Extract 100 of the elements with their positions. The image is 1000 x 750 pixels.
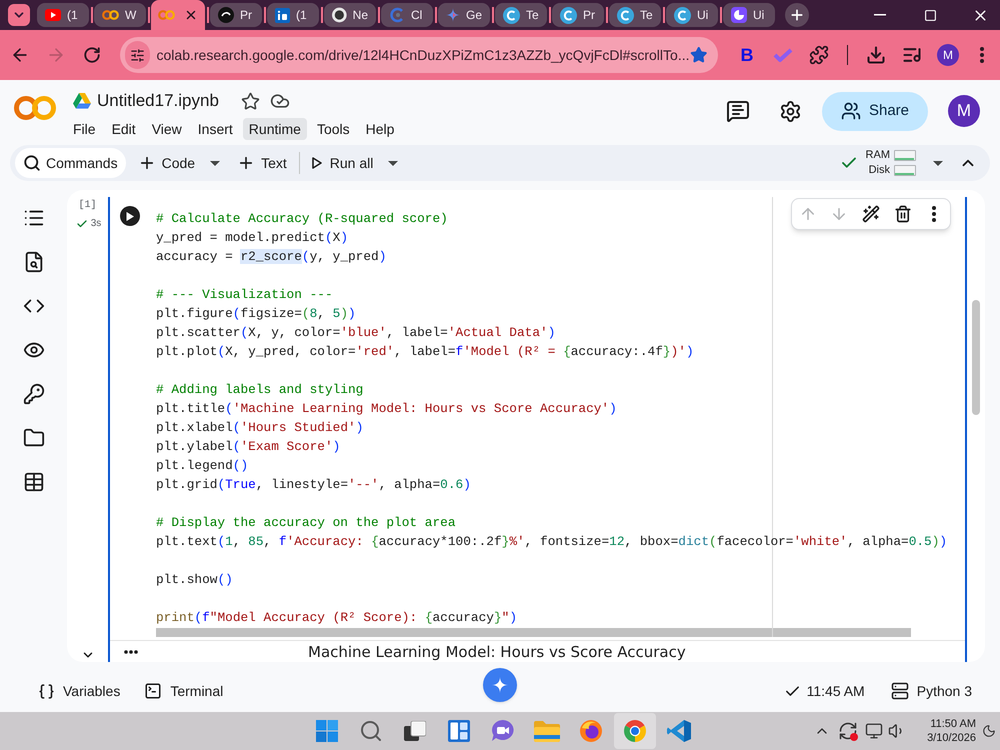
browser-tab[interactable]: Ui xyxy=(666,3,718,27)
play-icon xyxy=(45,9,61,21)
code-line: # Display the accuracy on the plot area xyxy=(156,515,456,530)
search-icon xyxy=(23,154,41,172)
server-icon xyxy=(890,682,909,700)
code-line: y_pred = model.predict(X) xyxy=(156,230,348,245)
puzzle-icon xyxy=(809,45,829,65)
profile-avatar[interactable]: M xyxy=(937,44,959,66)
site-info-button[interactable] xyxy=(125,41,150,69)
flame-globe-icon xyxy=(579,719,603,743)
tab-search-button[interactable] xyxy=(8,4,30,26)
new-tab-button[interactable] xyxy=(785,3,809,27)
braces-icon xyxy=(38,682,55,700)
runtime-button[interactable]: Python 3 xyxy=(890,680,972,702)
code-line: print(f"Model Accuracy (R² Score): {accuracy}") xyxy=(156,610,517,625)
resources-button[interactable]: RAM Disk xyxy=(866,149,916,177)
output-menu-icon[interactable] xyxy=(124,650,138,654)
network-icon[interactable] xyxy=(865,722,883,740)
code-line: plt.grid(True, linestyle='--', alpha=0.6) xyxy=(156,477,471,492)
code-line: plt.text(1, 85, f'Accuracy: {accuracy*100:.2f}%', fontsize=12, bbox=dict(facecolor='white', alpha=0.5)) xyxy=(156,534,948,549)
menu-item[interactable]: View xyxy=(146,118,188,140)
execution-status-button[interactable]: 11:45 AM xyxy=(784,680,865,702)
magic-wand-icon xyxy=(862,205,880,223)
play-icon xyxy=(126,212,134,220)
add-code-button[interactable]: Code xyxy=(138,148,196,178)
browser-tab[interactable]: W xyxy=(94,3,146,27)
horizontal-scrollbar[interactable] xyxy=(156,628,911,637)
browser-tab[interactable] xyxy=(151,0,205,30)
site-info-icon xyxy=(130,48,145,62)
rings-icon xyxy=(102,10,119,20)
widgets-icon xyxy=(448,720,470,742)
menu-item[interactable]: Runtime xyxy=(242,118,307,140)
address-bar[interactable]: colab.research.google.com/drive/12l4HCnDuzXPiZmC1z3AZZb_ycQvjFcDl#scrollTo... xyxy=(120,37,718,73)
add-text-button[interactable]: Text xyxy=(237,148,287,178)
arc-circle-icon xyxy=(503,6,520,24)
menu-item[interactable]: Help xyxy=(360,118,400,140)
start-icon xyxy=(316,720,338,742)
execution-count: [1] xyxy=(78,200,96,212)
folder-icon xyxy=(534,720,560,742)
sparkle-icon xyxy=(492,677,508,693)
chart-title: Machine Learning Model: Hours vs Score Accuracy xyxy=(308,642,686,660)
run-duration: 3s xyxy=(90,218,102,230)
menu-item[interactable]: Edit xyxy=(106,118,142,140)
run-all-button[interactable]: Run all xyxy=(312,148,374,178)
drive-icon xyxy=(73,93,91,109)
playlist-icon xyxy=(902,45,922,65)
comment-icon xyxy=(726,99,750,123)
caret-icon xyxy=(388,160,398,166)
sparkle-icon xyxy=(446,7,460,23)
sync-icon[interactable] xyxy=(838,721,858,741)
close-icon[interactable] xyxy=(184,8,198,22)
variables-button[interactable]: Variables xyxy=(38,680,120,702)
plus-icon xyxy=(789,7,805,23)
browser-tab[interactable]: (1 xyxy=(37,3,89,27)
browser-tab[interactable]: Ne xyxy=(324,3,376,27)
commands-button[interactable]: Commands xyxy=(15,148,126,178)
clock[interactable]: 11:50 AM 3/10/2026 xyxy=(916,717,976,745)
code-line: plt.title('Machine Learning Model: Hours vs Score Accuracy') xyxy=(156,401,617,416)
menu-item[interactable]: Insert xyxy=(192,118,239,140)
minimize-icon xyxy=(874,14,886,16)
notebook-title[interactable]: Untitled17.ipynb xyxy=(97,90,219,112)
browser-tab[interactable]: Cl xyxy=(381,3,433,27)
code-line: # --- Visualization --- xyxy=(156,287,333,302)
circle-icon xyxy=(218,7,234,23)
circle-icon xyxy=(332,7,347,23)
rings-icon xyxy=(158,10,175,20)
menu-item[interactable]: File xyxy=(67,118,102,140)
user-avatar[interactable]: M xyxy=(948,95,980,127)
browser-tab[interactable]: Te xyxy=(609,3,661,27)
vertical-scrollbar[interactable] xyxy=(972,300,980,415)
terminal-icon xyxy=(144,682,162,700)
task-view-icon xyxy=(404,721,426,741)
menu-item[interactable]: Tools xyxy=(310,118,356,140)
code-line: # Calculate Accuracy (R-squared score) xyxy=(156,211,448,226)
code-line: # Adding labels and styling xyxy=(156,382,364,397)
reload-icon xyxy=(83,46,101,64)
key-icon xyxy=(22,383,44,405)
chart-tile-icon xyxy=(731,7,747,23)
moon-icon[interactable] xyxy=(982,724,996,738)
browser-tab[interactable]: Ui xyxy=(723,3,775,27)
maximize-icon xyxy=(924,8,936,22)
logo-icon[interactable] xyxy=(14,95,56,121)
browser-tab[interactable]: Pr xyxy=(210,3,262,27)
browser-tab[interactable]: Ge xyxy=(438,3,490,27)
star-icon[interactable] xyxy=(240,92,260,110)
disk-label: Disk xyxy=(868,164,890,177)
check-mark-icon xyxy=(773,48,793,62)
bookmark-star-icon[interactable] xyxy=(690,45,707,65)
browser-tab[interactable]: Te xyxy=(495,3,547,27)
code-line: plt.legend() xyxy=(156,458,248,473)
share-button[interactable]: Share xyxy=(822,92,928,130)
segmented-circle-icon xyxy=(623,719,647,743)
browser-tab[interactable]: (1 xyxy=(267,3,319,27)
gemini-button[interactable] xyxy=(483,668,517,702)
terminal-button[interactable]: Terminal xyxy=(144,680,224,702)
browser-tab[interactable]: Pr xyxy=(552,3,604,27)
code-line: plt.figure(figsize=(8, 5)) xyxy=(156,306,356,321)
run-cell-button[interactable] xyxy=(120,206,140,226)
folder-icon xyxy=(22,427,44,449)
ribbon-icon xyxy=(667,719,691,743)
